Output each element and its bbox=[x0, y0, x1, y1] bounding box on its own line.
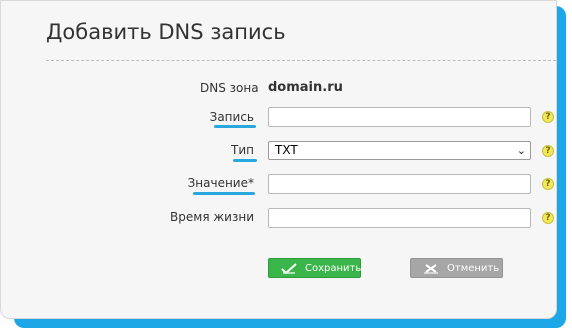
record-label-underline bbox=[214, 125, 256, 128]
save-button[interactable]: Сохранить bbox=[268, 258, 361, 278]
save-icon bbox=[281, 263, 297, 274]
cancel-icon bbox=[424, 264, 438, 274]
record-help-icon[interactable]: ? bbox=[542, 111, 554, 123]
type-help-icon[interactable]: ? bbox=[542, 145, 554, 157]
cancel-button[interactable]: Отменить bbox=[410, 258, 503, 278]
save-button-label: Сохранить bbox=[305, 263, 362, 274]
ttl-help-icon[interactable]: ? bbox=[542, 212, 554, 224]
title-divider bbox=[46, 60, 556, 61]
value-input[interactable] bbox=[268, 174, 531, 194]
type-label-underline bbox=[233, 159, 257, 162]
zone-value: domain.ru bbox=[268, 80, 343, 95]
ttl-input[interactable] bbox=[268, 208, 531, 228]
value-label-underline bbox=[193, 192, 255, 195]
type-select-value: TXT bbox=[275, 143, 298, 157]
ttl-label: Время жизни bbox=[170, 210, 254, 224]
value-label: Значение* bbox=[187, 176, 254, 190]
chevron-down-icon: ⌄ bbox=[516, 144, 526, 157]
value-help-icon[interactable]: ? bbox=[542, 178, 554, 190]
record-label: Запись bbox=[209, 110, 254, 124]
zone-label: DNS зона bbox=[200, 81, 259, 95]
cancel-button-label: Отменить bbox=[447, 263, 500, 274]
record-input[interactable] bbox=[268, 107, 531, 127]
page-title: Добавить DNS запись bbox=[46, 20, 286, 44]
type-select[interactable]: TXT ⌄ bbox=[268, 141, 531, 160]
type-label: Тип bbox=[231, 143, 254, 157]
